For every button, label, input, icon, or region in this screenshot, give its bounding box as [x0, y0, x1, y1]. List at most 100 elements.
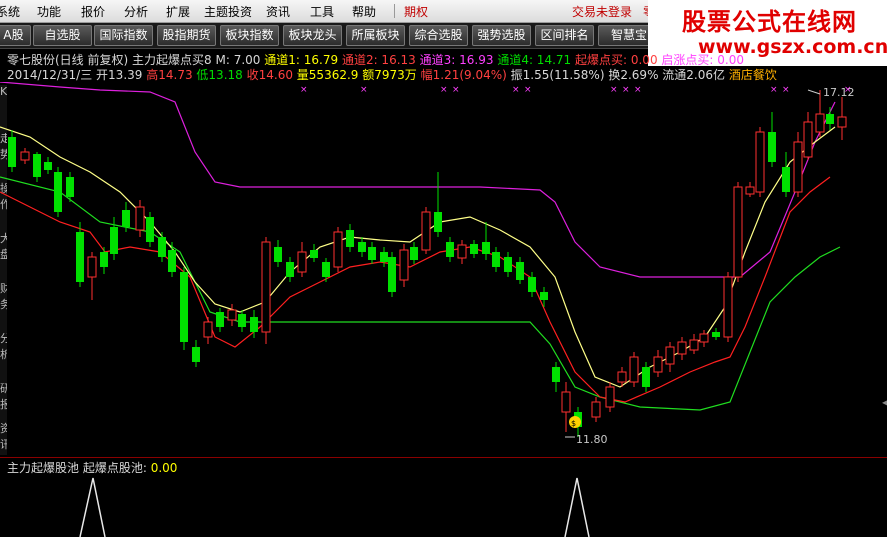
channel1-value: 通道1: 16.79 — [264, 53, 339, 67]
toolbar-button-index-futures[interactable]: 股指期货 — [157, 25, 216, 46]
signal-x-marker: × — [634, 85, 642, 95]
candle-body — [837, 116, 847, 128]
candle-body — [591, 401, 601, 418]
turnover: 换2.69% — [608, 68, 659, 82]
candle-body — [733, 186, 743, 278]
signal-pool-chart[interactable] — [0, 474, 887, 537]
candle-body — [745, 186, 755, 195]
toolbar-button-a-shares[interactable]: A股 — [0, 25, 31, 46]
candle-body — [146, 217, 154, 242]
low-price-label: 11.80 — [576, 433, 608, 446]
change: 幅1.21(9.04%) — [420, 68, 507, 82]
candle-body — [803, 121, 813, 158]
candle-body — [561, 391, 571, 413]
toolbar-button-composite-screen[interactable]: 综合选股 — [409, 25, 468, 46]
candle-body — [216, 312, 224, 327]
candle-body — [826, 114, 834, 124]
volume: 量55362.9 — [296, 68, 359, 82]
toolbar-button-watchlist[interactable]: 自选股 — [33, 25, 92, 46]
candle-body — [33, 154, 41, 177]
amplitude: 振1.55(11.58%) — [510, 68, 605, 82]
channel4-value: 通道4: 14.71 — [497, 53, 572, 67]
trade-status[interactable]: 交易未登录 — [572, 3, 632, 20]
candle-body — [755, 131, 765, 193]
menu-item-analysis[interactable]: 分析 — [124, 3, 148, 20]
candlestick-chart[interactable]: × × × × × × × × × × × × $ — [0, 82, 887, 457]
candle-body — [286, 262, 294, 277]
signal-markers: × × × × × × × × × × × × — [300, 85, 852, 95]
candle-body — [689, 339, 699, 351]
candle-body — [322, 262, 330, 277]
menu-item-tools[interactable]: 工具 — [310, 3, 334, 20]
sector-name[interactable]: 酒店餐饮 — [729, 68, 777, 82]
menu-item-help[interactable]: 帮助 — [352, 3, 376, 20]
menu-item-system[interactable]: 系统 — [0, 3, 20, 20]
menu-item-news[interactable]: 资讯 — [266, 3, 290, 20]
quote-line: 2014/12/31/三 开13.39 高14.73 低13.18 收14.60… — [7, 66, 777, 83]
candle-body — [516, 262, 524, 280]
signal-x-marker: × — [770, 85, 778, 95]
candle-body — [492, 252, 500, 267]
sub-indicator-label: 起爆点股池: — [82, 461, 147, 475]
candle-body — [54, 172, 62, 212]
candle-body — [358, 242, 366, 252]
candle-body — [470, 244, 478, 254]
float-shares: 流通2.06亿 — [662, 68, 726, 82]
candle-body — [782, 167, 790, 192]
toolbar-button-own-sector[interactable]: 所属板块 — [346, 25, 405, 46]
candle-body — [310, 250, 318, 258]
candle-body — [388, 257, 396, 292]
toolbar-button-sector-index[interactable]: 板块指数 — [220, 25, 279, 46]
candle-body — [76, 232, 84, 282]
candle-body — [552, 367, 560, 382]
high-pointer — [807, 89, 821, 95]
menu-item-function[interactable]: 功能 — [37, 3, 61, 20]
candle-body — [168, 250, 176, 272]
indicator-name: 主力起爆点买8 — [132, 53, 212, 67]
candle-body — [66, 177, 74, 197]
candle-body — [122, 210, 130, 227]
scroll-handle-icon[interactable]: ◀ — [882, 398, 887, 407]
menu-item-theme[interactable]: 主题投资 — [204, 3, 252, 20]
candle-body — [8, 137, 16, 167]
candle-body — [87, 256, 97, 278]
candle-body — [457, 244, 467, 259]
menu-item-quote[interactable]: 报价 — [81, 3, 105, 20]
candle-body — [617, 371, 627, 383]
menu-item-extend[interactable]: 扩展 — [166, 3, 190, 20]
candle-body — [723, 276, 733, 338]
candle-body — [192, 347, 200, 362]
candle-body — [540, 292, 548, 300]
buy-point-value: 起爆点买: 0.00 — [575, 53, 658, 67]
candle-body — [410, 247, 418, 260]
watermark-title: 股票公式在线网 — [682, 8, 857, 36]
sub-indicator-name: 主力起爆股池 — [7, 461, 80, 475]
candle-body — [44, 162, 52, 170]
candle-body — [333, 231, 343, 268]
toolbar-button-sector-leader[interactable]: 板块龙头 — [283, 25, 342, 46]
toolbar-button-strong-screen[interactable]: 强势选股 — [472, 25, 531, 46]
rise-point-value: 启涨点买: 0.00 — [661, 53, 744, 67]
candle-body — [250, 317, 258, 332]
candle-body — [421, 211, 431, 251]
low-price: 低13.18 — [196, 68, 243, 82]
stock-title: 零七股份(日线 前复权) — [7, 53, 129, 67]
toolbar-button-intl-index[interactable]: 国际指数 — [94, 25, 153, 46]
candle-body — [20, 151, 30, 161]
signal-x-marker: × — [360, 85, 368, 95]
signal-x-marker: × — [300, 85, 308, 95]
channel3-value: 通道3: 16.93 — [419, 53, 494, 67]
candle-body — [346, 230, 354, 247]
amount: 额7973万 — [362, 68, 417, 82]
candle-body — [528, 277, 536, 292]
sub-indicator-value: 0.00 — [150, 461, 178, 475]
toolbar-button-range-rank[interactable]: 区间排名 — [535, 25, 594, 46]
signal-x-marker: × — [622, 85, 630, 95]
candle-body — [261, 241, 271, 333]
candle-body — [380, 252, 388, 262]
candle-body — [699, 333, 709, 343]
signal-spike-left — [79, 477, 106, 537]
candle-body — [180, 272, 188, 342]
menu-item-options[interactable]: 期权 — [404, 3, 428, 20]
channel2-value: 通道2: 16.13 — [341, 53, 416, 67]
